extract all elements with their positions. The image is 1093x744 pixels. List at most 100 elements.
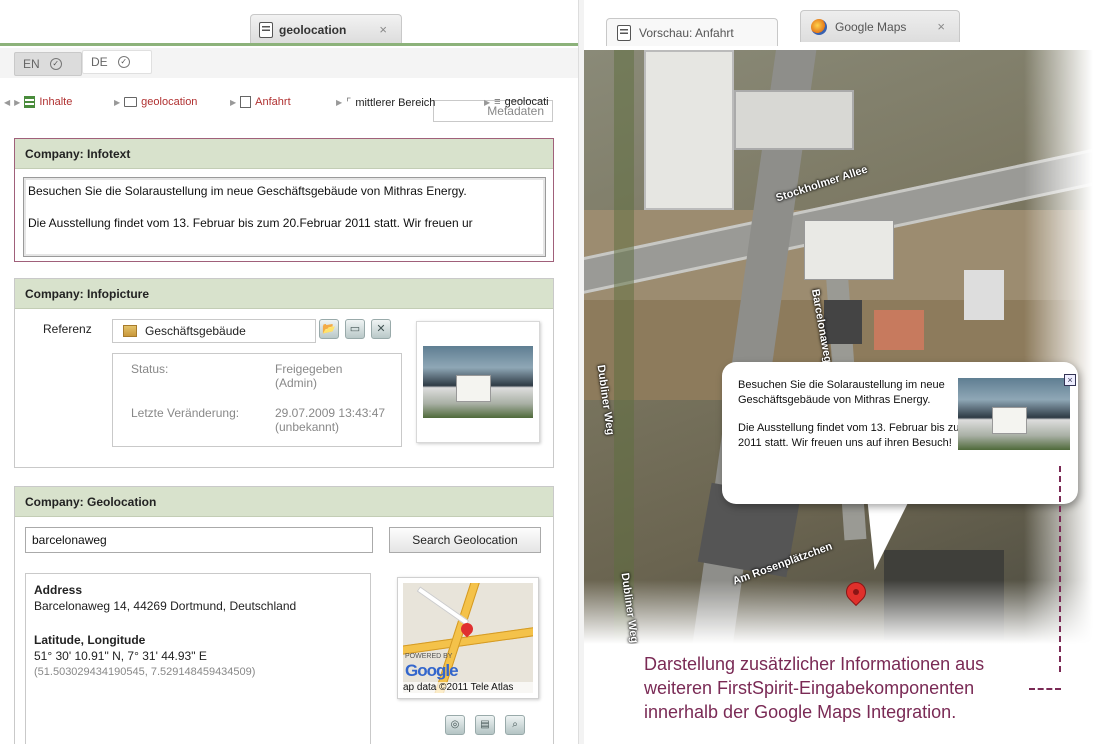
house-roof [824, 300, 862, 344]
edit-button[interactable]: ▭ [345, 319, 365, 339]
geolocation-panel: Company: Geolocation Search Geolocation … [14, 486, 554, 744]
breadcrumb-item-geolocation[interactable]: ▶ geolocation [114, 96, 197, 108]
tab-label: Vorschau: Anfahrt [639, 25, 734, 40]
geolocation-search-input[interactable] [25, 527, 373, 553]
editor-pane: geolocation × EN ✓ DE ✓ Metadaten ◀ ▶ In… [0, 0, 578, 744]
powered-by-label: POWERED BY [405, 653, 453, 660]
folder-icon [124, 97, 138, 107]
address-title: Address [34, 583, 83, 597]
map-attribution: ap data ©2011 Tele Atlas [403, 682, 533, 693]
check-icon: ✓ [117, 56, 130, 68]
reference-field[interactable]: Geschäftsgebäude [112, 319, 316, 343]
panel-header: Company: Infopicture [15, 279, 553, 309]
arrow-right-icon: ▶ [14, 97, 21, 107]
close-icon[interactable]: × [379, 22, 387, 37]
infotext-panel: Company: Infotext Besuchen Sie die Solar… [14, 138, 554, 262]
language-code: DE [91, 55, 108, 69]
breadcrumb-label: Anfahrt [255, 96, 291, 108]
bubble-line: Besuchen Sie die Solaraustellung im neue… [738, 379, 945, 406]
building-image [423, 346, 533, 418]
reference-status: Status: Freigegeben (Admin) Letzte Veränd… [112, 353, 402, 447]
zoom-button[interactable]: ⌕ [505, 715, 525, 735]
infotext-line: Die Ausstellung findet vom 13. Februar b… [28, 216, 473, 230]
breadcrumb-item-anfahrt[interactable]: ▶ Anfahrt [230, 96, 291, 108]
dashed-connector [1059, 466, 1061, 672]
house-roof [964, 270, 1004, 320]
caption-line: weiteren FirstSpirit-Eingabekomponenten [644, 678, 975, 698]
address-box: Address Barcelonaweg 14, 44269 Dortmund,… [25, 573, 371, 744]
tree-row [614, 50, 634, 644]
breadcrumb: ◀ ▶ Inhalte ▶ geolocation ▶ Anfahrt ▶ ⌜ … [0, 96, 578, 116]
breadcrumb-item-inhalte[interactable]: ◀ ▶ Inhalte [4, 96, 72, 108]
content-icon [24, 96, 36, 108]
house-roof [874, 310, 924, 350]
language-tab-en[interactable]: EN ✓ [14, 52, 82, 76]
image-icon [123, 325, 137, 337]
satellite-map[interactable]: Stockholmer Allee Barcelonaweg Dubliner … [584, 50, 1093, 644]
language-bar: EN ✓ DE ✓ Metadaten [0, 48, 578, 122]
map-road [416, 586, 470, 626]
close-icon[interactable]: × [1064, 374, 1076, 386]
section-icon: ⌜ [346, 97, 352, 109]
building-image [958, 378, 1070, 450]
building-roof [804, 220, 894, 280]
reference-label: Referenz [43, 322, 92, 336]
mini-map[interactable]: POWERED BY Google ap data ©2011 Tele Atl… [397, 577, 539, 699]
info-bubble: Besuchen Sie die Solaraustellung im neue… [722, 362, 1078, 504]
changed-key: Letzte Veränderung: [131, 406, 240, 420]
breadcrumb-item-geolocation-section[interactable]: ▶ ≡ geolocati [484, 96, 549, 108]
google-logo: Google [405, 661, 459, 680]
search-geolocation-button[interactable]: Search Geolocation [389, 527, 541, 553]
language-code: EN [23, 57, 40, 71]
status-row: Status: Freigegeben (Admin) [131, 362, 342, 390]
mini-map-canvas: POWERED BY Google ap data ©2011 Tele Atl… [403, 583, 533, 693]
page-icon [617, 24, 631, 41]
tab-vorschau[interactable]: Vorschau: Anfahrt [606, 18, 778, 46]
tab-geolocation[interactable]: geolocation × [250, 14, 402, 44]
breadcrumb-label: geolocati [504, 96, 549, 108]
infotext-editor[interactable]: Besuchen Sie die Solaraustellung im neue… [23, 177, 546, 257]
arrow-right-icon: ▶ [336, 98, 343, 107]
list-icon: ≡ [494, 96, 501, 108]
arrow-right-icon: ▶ [114, 97, 121, 107]
tab-underline [0, 43, 578, 46]
breadcrumb-label: geolocation [141, 96, 198, 108]
latlng-decimal: (51.503029434190545, 7.529148459434509) [34, 666, 256, 678]
building-roof [644, 50, 734, 210]
arrow-right-icon: ▶ [230, 97, 237, 107]
building-roof [734, 90, 854, 150]
caption-line: Darstellung zusätzlicher Informationen a… [644, 654, 985, 674]
preview-button[interactable]: ▤ [475, 715, 495, 735]
tab-label: geolocation [279, 22, 347, 37]
preview-pane: Vorschau: Anfahrt Google Maps × Stockhol… [584, 0, 1093, 744]
reference-value: Geschäftsgebäude [145, 324, 246, 338]
breadcrumb-label: mittlerer Bereich [355, 96, 436, 109]
locate-button[interactable]: ◎ [445, 715, 465, 735]
open-folder-button[interactable]: 📂 [319, 319, 339, 339]
language-tab-de[interactable]: DE ✓ [82, 50, 152, 74]
tab-google-maps[interactable]: Google Maps × [800, 10, 960, 42]
infotext-line: Besuchen Sie die Solaraustellung im neue… [28, 184, 467, 198]
breadcrumb-label: Inhalte [39, 96, 73, 108]
remove-button[interactable]: ✕ [371, 319, 391, 339]
picture-thumbnail[interactable] [416, 321, 540, 443]
latlng-title: Latitude, Longitude [34, 633, 146, 647]
changed-value: 29.07.2009 13:43:47 (unbekannt) [275, 406, 386, 434]
latlng-dms: 51° 30' 10.91" N, 7° 31' 44.93" E [34, 649, 207, 663]
infopicture-panel: Company: Infopicture Referenz Geschäftsg… [14, 278, 554, 468]
right-tab-bar: Vorschau: Anfahrt Google Maps × [584, 0, 1093, 50]
check-icon: ✓ [49, 58, 62, 70]
panel-header: Company: Infotext [15, 139, 553, 169]
page-icon [259, 21, 273, 38]
arrow-right-icon: ▶ [484, 97, 491, 107]
firefox-icon [811, 18, 827, 35]
caption-line: innerhalb der Google Maps Integration. [644, 702, 957, 722]
page-icon [240, 96, 252, 108]
close-icon[interactable]: × [937, 19, 945, 34]
arrow-left-icon: ◀ [4, 97, 11, 107]
address-value: Barcelonaweg 14, 44269 Dortmund, Deutsch… [34, 599, 297, 613]
left-tab-bar: geolocation × [0, 0, 578, 46]
breadcrumb-item-bereich[interactable]: ▶ ⌜ mittlerer Bereich [336, 96, 436, 110]
map-fade [584, 580, 1093, 644]
changed-row: Letzte Veränderung: 29.07.2009 13:43:47(… [131, 406, 385, 434]
